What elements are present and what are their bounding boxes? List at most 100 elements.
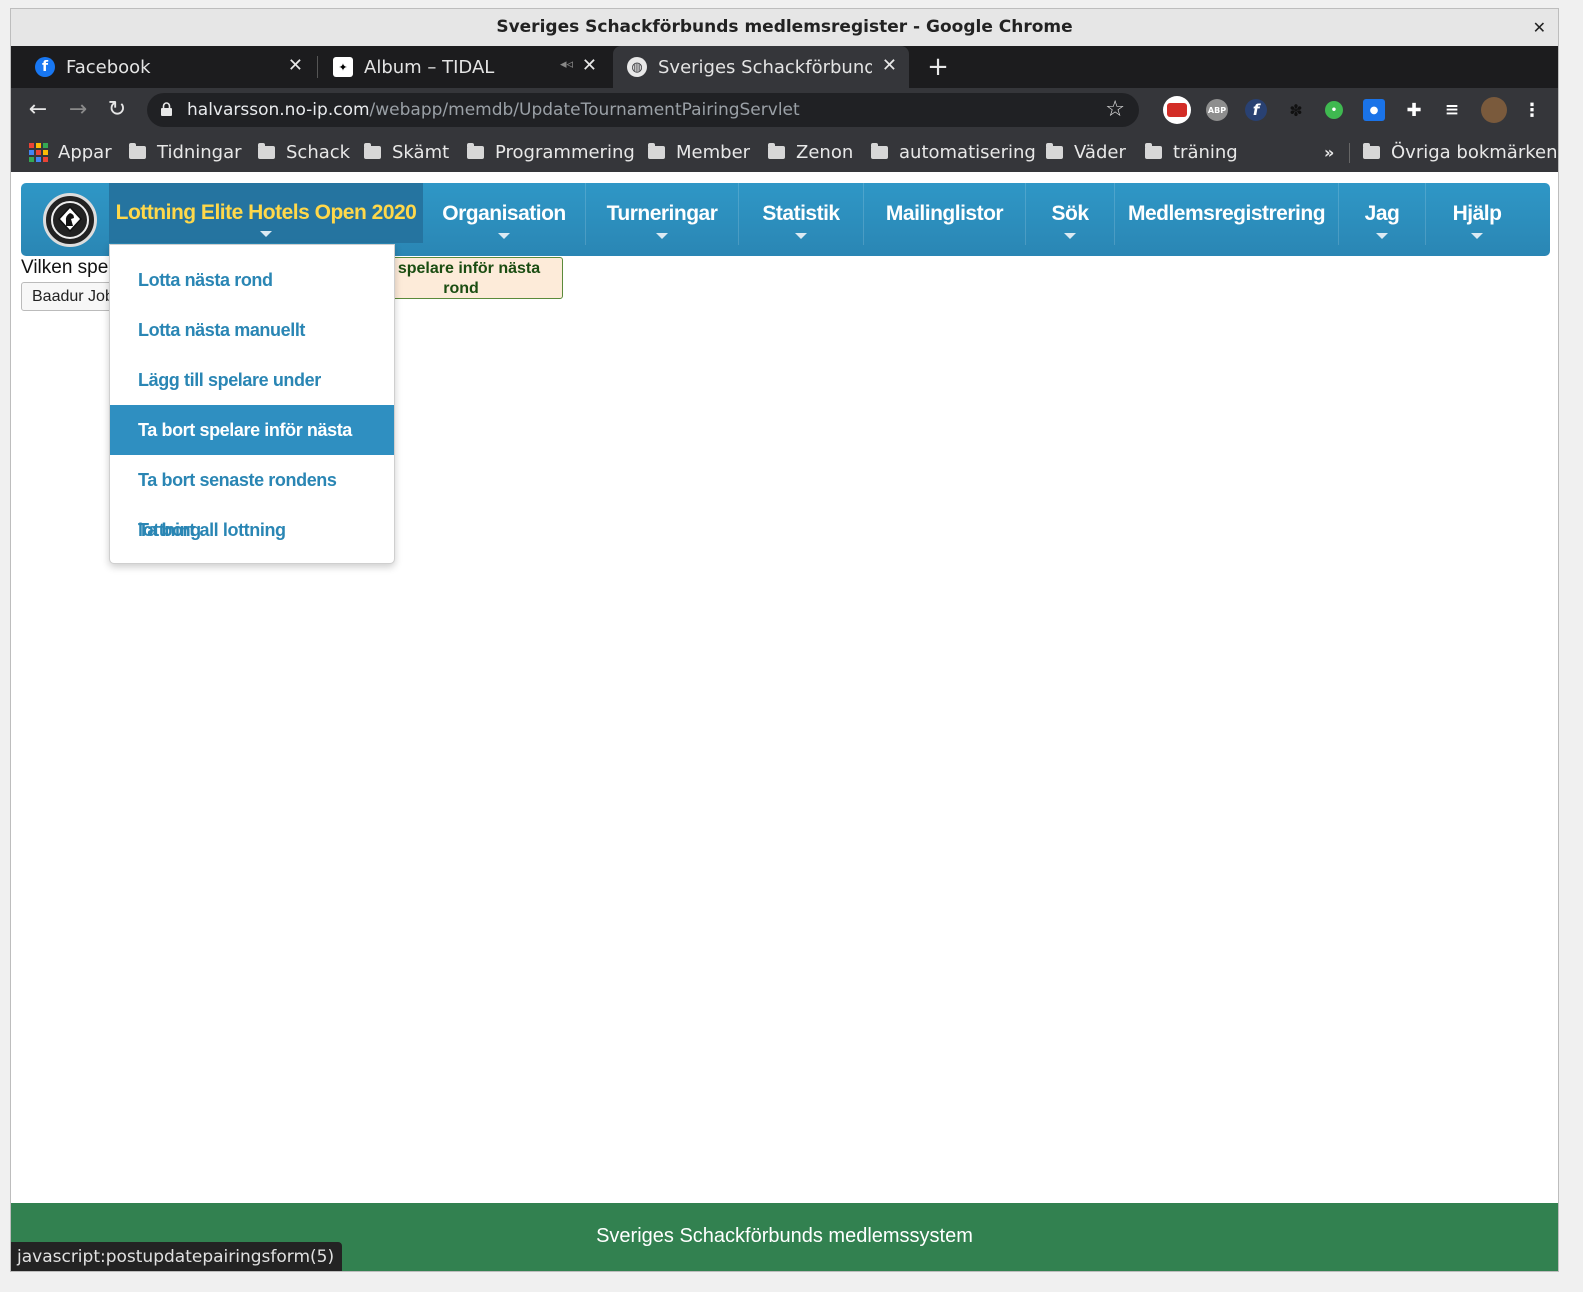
bookmark-label: Övriga bokmärken <box>1391 141 1558 163</box>
url-path: /webapp/memdb/UpdateTournamentPairingSer… <box>369 100 800 120</box>
folder-icon <box>129 142 146 159</box>
bookmarks-bar: Appar Tidningar Schack Skämt Programmeri… <box>11 132 1558 172</box>
bookmark-folder[interactable]: automatisering <box>871 132 1036 172</box>
folder-icon <box>1046 142 1063 159</box>
gnome-foot-icon[interactable]: ✽ <box>1285 99 1307 121</box>
bookmarks-separator <box>1349 143 1350 163</box>
muted-audio-icon[interactable]: ◂◃ <box>560 57 573 72</box>
nav-item-sok[interactable]: Sök <box>1026 183 1114 245</box>
player-prompt: Vilken spe <box>21 257 109 278</box>
reload-icon: ↻ <box>107 97 127 122</box>
nav-item-statistik[interactable]: Statistik <box>739 183 863 245</box>
url-host: halvarsson.no-ip.com <box>187 100 370 120</box>
page-content: Lottning Elite Hotels Open 2020 Organisa… <box>11 172 1558 1271</box>
close-tab-icon[interactable]: ✕ <box>882 55 897 76</box>
tab-label: Album – TIDAL <box>364 56 495 78</box>
nav-item-turneringar[interactable]: Turneringar <box>586 183 738 245</box>
folder-icon <box>1363 142 1380 159</box>
menu-dots-icon[interactable]: ⋮ <box>1521 99 1543 121</box>
lottning-dropdown-menu: Lotta nästa rond Lotta nästa manuellt Lä… <box>109 244 395 564</box>
other-bookmarks[interactable]: Övriga bokmärken <box>1363 132 1558 172</box>
chess-federation-logo[interactable] <box>43 193 97 247</box>
bookmark-label: Tidningar <box>157 141 242 163</box>
tab-label: Sveriges Schackförbunds m <box>658 56 872 78</box>
reload-button[interactable]: ↻ <box>103 96 131 124</box>
status-url: javascript:postupdatepairingsform(5) <box>17 1247 335 1267</box>
menu-item-lotta-manuellt[interactable]: Lotta nästa manuellt <box>110 305 394 355</box>
close-tab-icon[interactable]: ✕ <box>288 55 303 76</box>
bookmark-label: Programmering <box>495 141 635 163</box>
media-controls-icon[interactable]: ≡ <box>1441 99 1463 121</box>
menu-item-ta-bort-spelare[interactable]: Ta bort spelare inför nästa rond <box>110 405 394 490</box>
arrow-left-icon: ← <box>28 97 48 122</box>
adblock-plus-icon[interactable]: ABP <box>1206 99 1228 121</box>
nav-label: Hjälp <box>1452 202 1502 225</box>
bookmark-folder[interactable]: Schack <box>258 132 350 172</box>
chess-knight-icon <box>51 201 89 239</box>
tab-tidal[interactable]: ✦ Album – TIDAL ◂◃ ✕ <box>319 46 609 88</box>
nav-item-medlemsregistrering[interactable]: Medlemsregistrering <box>1115 183 1338 245</box>
bookmark-label: » <box>1324 142 1335 162</box>
folder-icon <box>467 142 484 159</box>
lock-icon <box>161 102 172 116</box>
new-tab-button[interactable]: + <box>923 52 953 82</box>
menu-item-label: Ta bort all lottning <box>138 520 286 540</box>
menu-item-ta-bort-senaste-lottning[interactable]: Ta bort senaste rondens lottning <box>110 455 394 540</box>
nav-item-jag[interactable]: Jag <box>1339 183 1425 245</box>
tab-schack[interactable]: ◍ Sveriges Schackförbunds m ✕ <box>613 46 909 88</box>
bookmark-label: Appar <box>58 141 112 163</box>
nav-label: Lottning Elite Hotels Open 2020 <box>115 201 417 224</box>
nav-label: Turneringar <box>606 202 718 225</box>
bookmark-folder[interactable]: Tidningar <box>129 132 242 172</box>
close-tab-icon[interactable]: ✕ <box>582 55 597 76</box>
bookmark-apps[interactable]: Appar <box>29 132 112 172</box>
nav-item-hjalp[interactable]: Hjälp <box>1426 183 1528 245</box>
adblock-label: ABP <box>1207 105 1227 115</box>
url-text: halvarsson.no-ip.com/webapp/memdb/Update… <box>187 93 800 127</box>
nav-item-lottning[interactable]: Lottning Elite Hotels Open 2020 <box>109 183 423 243</box>
profile-avatar[interactable] <box>1481 97 1507 123</box>
tab-facebook[interactable]: f Facebook ✕ <box>21 46 315 88</box>
menu-item-lagg-till-spelare[interactable]: Lägg till spelare under turnering <box>110 355 394 440</box>
menu-item-ta-bort-all-lottning[interactable]: Ta bort all lottning <box>110 505 394 555</box>
close-window-icon[interactable]: ✕ <box>1533 9 1546 46</box>
forward-button[interactable]: → <box>64 96 92 124</box>
puzzle-extensions-icon[interactable]: ✚ <box>1403 99 1425 121</box>
facebook-icon: f <box>35 57 55 77</box>
bookmark-folder[interactable]: Skämt <box>364 132 449 172</box>
folder-icon <box>768 142 785 159</box>
menu-item-lotta-nasta-rond[interactable]: Lotta nästa rond <box>110 255 394 305</box>
screen-capture-icon[interactable]: ● <box>1363 99 1385 121</box>
nav-label: Mailinglistor <box>885 202 1004 225</box>
caret-down-icon <box>795 233 807 239</box>
title-bar: Sveriges Schackförbunds medlemsregister … <box>11 9 1558 46</box>
globe-icon: ◍ <box>627 57 647 77</box>
bookmark-label: automatisering <box>899 141 1036 163</box>
folder-icon <box>1145 142 1162 159</box>
arrow-right-icon: → <box>68 97 88 122</box>
tidal-icon: ✦ <box>333 57 353 77</box>
fedora-icon[interactable]: f <box>1245 99 1267 121</box>
apps-grid-icon <box>29 142 48 162</box>
back-button[interactable]: ← <box>24 96 52 124</box>
bookmark-label: Zenon <box>796 141 854 163</box>
address-bar[interactable]: halvarsson.no-ip.com/webapp/memdb/Update… <box>147 93 1139 127</box>
bookmark-label: Schack <box>286 141 351 163</box>
plus-icon: + <box>927 52 949 82</box>
nav-item-organisation[interactable]: Organisation <box>423 183 585 245</box>
bookmark-folder[interactable]: Member <box>648 132 750 172</box>
tab-separator <box>317 56 318 78</box>
nav-label: Medlemsregistrering <box>1127 202 1326 225</box>
bookmark-folder[interactable]: Väder <box>1046 132 1126 172</box>
menu-item-label: Lotta nästa rond <box>138 270 273 290</box>
bookmark-folder[interactable]: Programmering <box>467 132 635 172</box>
green-extension-icon[interactable]: • <box>1325 101 1343 119</box>
more-bookmarks-button[interactable]: » <box>1324 132 1334 172</box>
bookmark-folder[interactable]: Zenon <box>768 132 853 172</box>
bookmark-folder[interactable]: träning <box>1145 132 1238 172</box>
lastpass-extension-icon[interactable] <box>1163 96 1191 124</box>
bookmark-star-icon[interactable]: ☆ <box>1105 97 1125 122</box>
button-label: rt spelare inför nästa rond <box>381 260 541 297</box>
nav-item-mailinglistor[interactable]: Mailinglistor <box>864 183 1025 245</box>
bookmark-label: Väder <box>1074 141 1126 163</box>
